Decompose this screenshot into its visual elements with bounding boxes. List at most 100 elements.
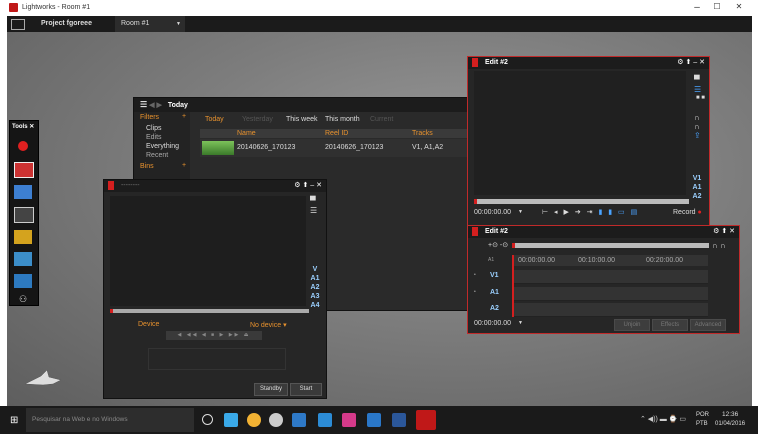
sidebar-item-clips[interactable]: Clips	[146, 125, 162, 132]
effects-tool-icon[interactable]	[14, 252, 32, 266]
room-tab[interactable]: Room #1 ▼	[115, 16, 185, 32]
sidebar-item-recent[interactable]: Recent	[146, 152, 168, 159]
zoom-controls-icon[interactable]: +⊙ -⊙	[488, 241, 508, 249]
tab-yesterday[interactable]: Yesterday	[242, 116, 273, 123]
track-a2[interactable]: A2	[308, 284, 322, 293]
edit-timecode[interactable]: 00:00:00.00	[474, 209, 511, 216]
source-scrub-bar[interactable]	[110, 309, 309, 313]
exit-project-icon[interactable]	[11, 19, 25, 30]
search-box[interactable]: Pesquisar na Web e no Windows	[26, 408, 194, 432]
settings-icon[interactable]	[269, 413, 283, 427]
edit-bin-icon[interactable]: ▀	[694, 75, 700, 84]
timeline-track-a2[interactable]: A2	[490, 305, 499, 312]
edit-viewer-controls[interactable]: ⚙ ⬆ – ✕	[677, 57, 705, 69]
onenote-icon[interactable]	[342, 413, 356, 427]
edit-timecode-menu-icon[interactable]: ▼	[518, 209, 523, 215]
clock-date[interactable]: 01/04/2016	[715, 421, 745, 427]
clip-tool-icon[interactable]	[14, 162, 34, 178]
audio-icon[interactable]: ∩	[694, 113, 700, 122]
track-a1[interactable]: A1	[308, 275, 322, 284]
task-view-icon[interactable]	[224, 413, 238, 427]
sidebar-item-edits[interactable]: Edits	[146, 134, 162, 141]
add-filter-icon[interactable]: +	[182, 113, 186, 120]
back-icon[interactable]: ◀	[149, 102, 154, 109]
edit-track-v1[interactable]: V1	[690, 175, 704, 184]
edit-video-area[interactable]	[474, 71, 686, 195]
start-menu-icon[interactable]: ⊞	[10, 415, 18, 426]
timeline-track-v1[interactable]: V1	[490, 272, 499, 279]
source-bin-icon[interactable]: ▀	[310, 196, 316, 205]
standby-button[interactable]: Standby	[254, 383, 288, 396]
bins-label[interactable]: Bins	[140, 163, 154, 170]
timeline-audio-icons[interactable]: ∩ ∩	[712, 241, 726, 250]
clock-time[interactable]: 12:36	[722, 411, 738, 418]
timeline-zoom-bar[interactable]	[512, 243, 709, 248]
timeline-controls[interactable]: ⚙ ⬆ ✕	[713, 226, 735, 238]
edit-option-icon[interactable]: ■ ■	[696, 95, 705, 101]
track-a2-lane[interactable]	[514, 303, 708, 317]
edit-track-a1[interactable]: A1	[690, 184, 704, 193]
sidebar-item-everything[interactable]: Everything	[146, 143, 179, 150]
forward-icon[interactable]: ▶	[156, 102, 161, 109]
column-tracks[interactable]: Tracks	[412, 130, 433, 137]
word-icon[interactable]	[392, 413, 406, 427]
advanced-button[interactable]: Advanced	[690, 319, 726, 331]
unjoin-button[interactable]: Unjoin	[614, 319, 650, 331]
project-name[interactable]: Project fgoreee	[35, 16, 98, 32]
store-icon[interactable]	[367, 413, 381, 427]
lightworks-taskbar-icon[interactable]	[416, 410, 436, 430]
track-a4[interactable]: A4	[308, 302, 322, 311]
column-reel-id[interactable]: Reel ID	[325, 130, 348, 137]
source-list-icon[interactable]: ☰	[310, 206, 317, 215]
list-tool-icon[interactable]	[14, 185, 32, 199]
table-row[interactable]: 20140626_170123 20140626_170123 V1, A1,A…	[200, 139, 470, 157]
edit-list-icon[interactable]: ☰	[694, 85, 701, 94]
track-a1-lane[interactable]	[514, 287, 708, 301]
room-menu-icon[interactable]: ▼	[176, 16, 181, 32]
cortana-icon[interactable]	[202, 414, 213, 425]
system-tray-icons[interactable]: ⌃ ◀)) ▬ ⌚ ▭	[640, 415, 686, 423]
keyboard-tool-icon[interactable]	[14, 207, 34, 223]
edit-transport-controls[interactable]: ⊢ ◂ ▶ ➔ ⇥ ▮ ▮ ▭ ▤	[542, 208, 658, 217]
tab-today[interactable]: Today	[205, 116, 224, 123]
language-primary[interactable]: POR	[696, 412, 709, 418]
tab-current[interactable]: Current	[370, 116, 393, 123]
edit-scrub-bar[interactable]	[474, 199, 689, 204]
start-button[interactable]: Start	[290, 383, 322, 396]
tab-this-month[interactable]: This month	[325, 116, 360, 123]
edit-track-a2[interactable]: A2	[690, 193, 704, 202]
lightworks-logo-icon	[9, 3, 18, 12]
upload-icon[interactable]: ⇪	[694, 131, 701, 140]
menu-icon[interactable]: ☰	[140, 100, 147, 109]
timeline-track-a1[interactable]: A1	[490, 289, 499, 296]
device-select[interactable]: No device ▾	[250, 321, 287, 329]
track-v1-lane[interactable]	[514, 270, 708, 284]
timeline-ruler[interactable]: 00:00:00.00 00:10:00.00 00:20:00.00	[512, 255, 708, 266]
app-window-icon[interactable]	[318, 413, 332, 427]
timeline-timecode[interactable]: 00:00:00.00	[474, 320, 511, 327]
record-button[interactable]: Record ●	[673, 209, 702, 216]
users-tool-icon[interactable]: ⚇	[14, 294, 32, 308]
source-viewer-controls[interactable]: ⚙ ⬆ – ✕	[294, 180, 322, 192]
folder-tool-icon[interactable]	[14, 230, 32, 244]
add-bin-icon[interactable]: +	[182, 162, 186, 169]
minimize-button[interactable]: –	[690, 2, 704, 13]
column-name[interactable]: Name	[237, 130, 256, 137]
clips-panel-header: ☰ ◀ ▶ Today	[134, 98, 470, 112]
maximize-button[interactable]: ☐	[710, 2, 724, 11]
language-secondary[interactable]: PTB	[696, 421, 708, 427]
source-video-area[interactable]	[110, 196, 306, 306]
outlook-icon[interactable]	[292, 413, 306, 427]
filters-label[interactable]: Filters	[140, 114, 159, 121]
transport-controls[interactable]: ◀ ◀◀ ◀ ■ ▶ ▶▶ ⏏	[166, 331, 262, 340]
chrome-icon[interactable]	[247, 413, 261, 427]
track-a3[interactable]: A3	[308, 293, 322, 302]
record-tool-icon[interactable]	[14, 139, 32, 153]
close-button[interactable]: ✕	[732, 2, 746, 11]
effects-button[interactable]: Effects	[652, 319, 688, 331]
timeline-timecode-menu-icon[interactable]: ▼	[518, 320, 523, 326]
tab-this-week[interactable]: This week	[286, 116, 318, 123]
export-tool-icon[interactable]	[14, 274, 32, 288]
track-v[interactable]: V	[308, 266, 322, 275]
audio-icon-2[interactable]: ∩	[694, 122, 700, 131]
